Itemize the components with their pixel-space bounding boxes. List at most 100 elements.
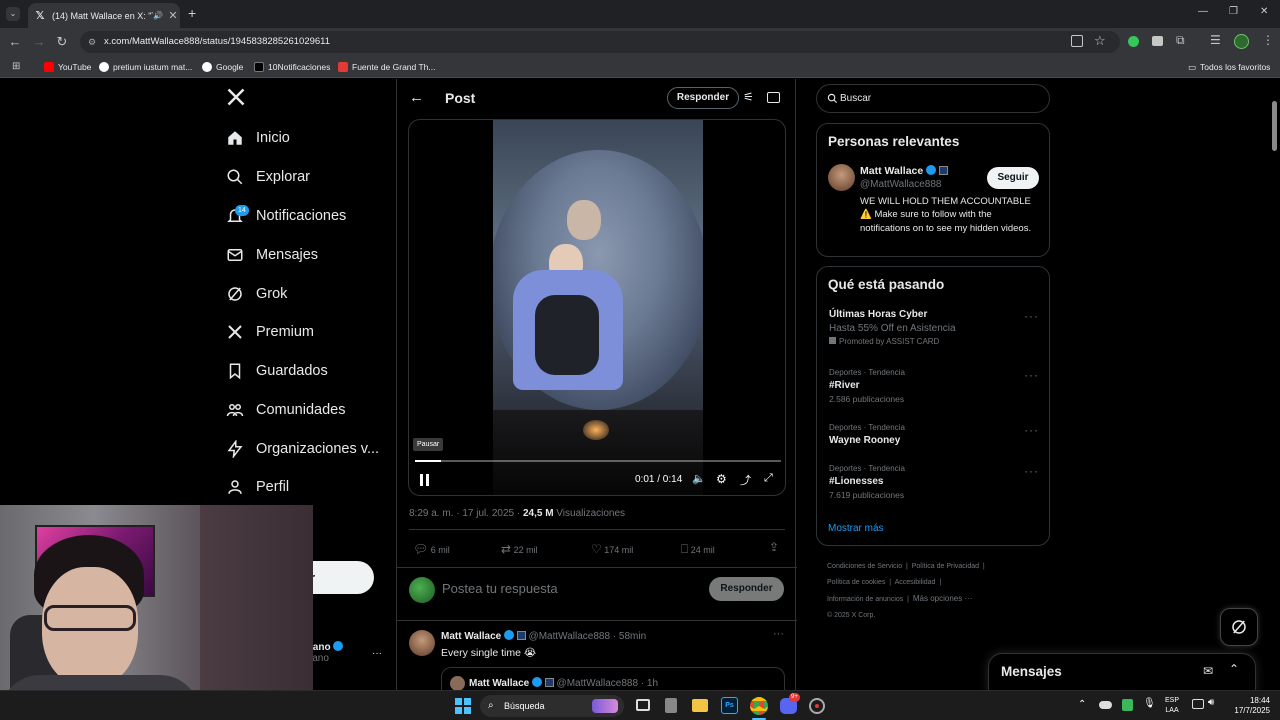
windows-start-icon[interactable] — [455, 698, 471, 714]
google-icon — [202, 62, 212, 72]
clock[interactable]: 18:44 17/7/2025 — [1226, 696, 1270, 716]
video-player[interactable]: Pausar 0:01 / 0:14 🔈 ⚙ ⤴ ⤢ — [408, 119, 786, 496]
verified-badge-icon — [333, 641, 344, 651]
onedrive-icon[interactable] — [1099, 701, 1112, 709]
close-window-icon[interactable]: ✕ — [1260, 6, 1268, 17]
quoted-tweet[interactable]: Matt Wallace @MattWallace888 · 1h — [441, 667, 785, 690]
new-tab-button[interactable]: + — [188, 5, 196, 21]
reading-list-icon[interactable]: ☰ — [1210, 33, 1221, 47]
follow-button[interactable]: Seguir — [987, 167, 1039, 189]
heart-icon: ♡ — [591, 542, 602, 556]
extension-icon[interactable] — [1152, 36, 1163, 46]
trend-item[interactable]: Deportes · Tendencia Wayne Rooney ··· — [829, 423, 1039, 453]
sidebar-item-premium[interactable]: Premium — [226, 317, 314, 347]
sidebar-item-guardados[interactable]: Guardados — [226, 356, 328, 386]
account-switcher[interactable]: iano lano ··· — [310, 641, 390, 675]
browser-tab[interactable]: 𝕏 (14) Matt Wallace en X: "Th... 🔊 ✕ — [28, 3, 180, 28]
discord-icon[interactable]: 9+ — [780, 693, 800, 714]
language-indicator[interactable]: ESP LAA — [1165, 696, 1179, 716]
x-logo-icon[interactable] — [226, 87, 248, 111]
x-logo-icon — [254, 62, 264, 72]
expand-icon[interactable]: ⌃ — [1229, 662, 1239, 676]
extension-green-icon[interactable] — [1128, 36, 1139, 47]
reader-view-icon[interactable] — [767, 92, 780, 103]
recording-app-icon[interactable] — [809, 698, 825, 714]
trend-more-icon[interactable]: ··· — [1024, 309, 1039, 323]
network-icon[interactable] — [1192, 699, 1204, 709]
microphone-icon[interactable]: 🎙︎ — [1143, 698, 1156, 709]
reload-icon[interactable]: ↻ — [54, 34, 70, 50]
reply-more-icon[interactable]: ··· — [773, 628, 784, 640]
notification-badge: 14 — [235, 205, 249, 216]
trend-more-icon[interactable]: ··· — [1024, 423, 1039, 437]
bookmark-google[interactable]: Google — [202, 60, 243, 74]
search-input[interactable]: Buscar — [816, 84, 1050, 113]
url-input[interactable]: ⚙ x.com/MattWallace888/status/1945838285… — [80, 31, 1120, 53]
bookmark-notificaciones[interactable]: 10Notificaciones — [254, 60, 330, 74]
site-info-icon[interactable]: ⚙ — [88, 31, 96, 53]
messages-drawer[interactable]: Mensajes ✉ ⌃ — [988, 653, 1256, 690]
sidebar-item-inicio[interactable]: Inicio — [226, 123, 290, 153]
trend-more-icon[interactable]: ··· — [1024, 464, 1039, 478]
tab-search-icon[interactable]: ⌄ — [6, 7, 20, 21]
page-scrollbar[interactable] — [1272, 101, 1277, 151]
close-tab-icon[interactable]: ✕ — [166, 9, 180, 22]
sidebar-item-organizaciones[interactable]: Organizaciones v... — [226, 434, 379, 464]
pause-icon[interactable] — [419, 474, 431, 486]
volume-icon[interactable]: 🔈 — [692, 472, 706, 485]
bookmark-youtube[interactable]: YouTube — [44, 60, 91, 74]
bookmark-pretium[interactable]: pretium iustum mat... — [99, 60, 192, 74]
puzzle-icon[interactable]: ⧉ — [1176, 33, 1185, 48]
install-icon[interactable] — [1071, 35, 1083, 47]
reply-tweet[interactable]: Matt Wallace @MattWallace888 · 58min ···… — [397, 621, 797, 690]
like-stat[interactable]: ♡ 174 mil — [591, 542, 633, 556]
security-icon[interactable] — [1122, 699, 1133, 711]
trend-more-icon[interactable]: ··· — [1024, 368, 1039, 382]
sidebar-item-mensajes[interactable]: Mensajes — [226, 240, 318, 270]
grok-floating-button[interactable] — [1220, 608, 1258, 646]
trend-item[interactable]: Deportes · Tendencia #Lionesses 7.619 pu… — [829, 464, 1039, 504]
tray-chevron-icon[interactable]: ⌃ — [1078, 699, 1086, 710]
dock-icon[interactable]: ⤴ — [740, 472, 751, 488]
all-bookmarks[interactable]: ▭ Todos los favoritos — [1188, 60, 1270, 74]
video-progress-track[interactable] — [415, 460, 781, 462]
sidebar-item-comunidades[interactable]: Comunidades — [226, 395, 345, 425]
sidebar-item-explorar[interactable]: Explorar — [226, 162, 310, 192]
fullscreen-icon[interactable]: ⤢ — [764, 472, 773, 485]
reply-input[interactable]: Postea tu respuesta — [442, 581, 558, 596]
share-icon[interactable]: ⇪ — [769, 540, 779, 554]
more-dots-icon[interactable]: ··· — [372, 648, 382, 659]
apps-grid-icon[interactable]: ⊞ — [12, 60, 20, 74]
show-more-link[interactable]: Mostrar más — [828, 523, 884, 534]
task-view-icon[interactable] — [636, 699, 650, 711]
taskbar-search[interactable]: ⌕ Búsqueda — [480, 695, 624, 717]
restore-icon[interactable]: ❐ — [1229, 6, 1238, 17]
photoshop-icon[interactable]: Ps — [721, 697, 738, 714]
bookmark-fuente[interactable]: Fuente de Grand Th... — [338, 60, 435, 74]
sidebar-item-grok[interactable]: Grok — [226, 279, 287, 309]
star-icon[interactable]: ☆ — [1094, 33, 1106, 49]
settings-gear-icon[interactable]: ⚙ — [716, 472, 727, 486]
sidebar-item-notificaciones[interactable]: 14 Notificaciones — [226, 201, 346, 231]
profile-avatar-icon[interactable] — [1234, 34, 1249, 49]
chrome-icon[interactable] — [750, 697, 768, 715]
back-arrow-icon[interactable]: ← — [409, 89, 424, 106]
volume-icon[interactable]: 🔊︎ — [1208, 697, 1214, 708]
new-message-icon[interactable]: ✉ — [1203, 664, 1213, 678]
back-icon[interactable]: ← — [7, 34, 23, 50]
reply-stat[interactable]: 💬︎ 6 mil — [413, 542, 450, 556]
forward-icon[interactable]: → — [31, 34, 47, 50]
trend-item[interactable]: Últimas Horas Cyber Hasta 55% Off en Asi… — [829, 309, 1039, 353]
taskbar-app-icon[interactable] — [665, 698, 677, 713]
sidebar-item-perfil[interactable]: Perfil — [226, 472, 289, 502]
trend-item[interactable]: Deportes · Tendencia #River 2.586 public… — [829, 368, 1039, 408]
browser-menu-icon[interactable]: ⋮ — [1262, 33, 1274, 47]
header-reply-button[interactable]: Responder — [667, 87, 739, 109]
reply-submit-button[interactable]: Responder — [709, 577, 784, 601]
filter-icon[interactable]: ⚟ — [743, 90, 754, 104]
repost-stat[interactable]: ⇄ 22 mil — [501, 542, 538, 556]
file-explorer-icon[interactable] — [692, 699, 708, 712]
minimize-icon[interactable]: — — [1198, 6, 1208, 17]
bookmark-stat[interactable]: ⎕ 24 mil — [681, 542, 715, 557]
reply-author-line: Matt Wallace @MattWallace888 · 58min — [441, 630, 647, 642]
